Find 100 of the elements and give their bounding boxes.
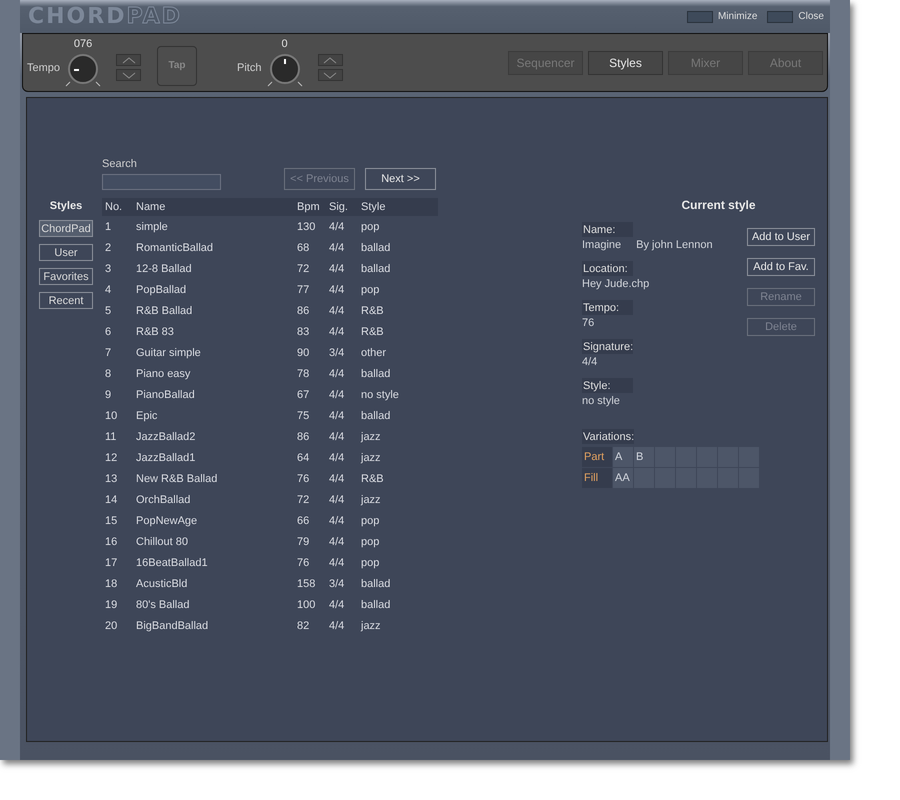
field-value: 76	[582, 317, 594, 331]
table-cell-text: 130	[296, 220, 316, 232]
table-cell-text: 4/4	[328, 368, 346, 380]
tempo-down-button[interactable]	[116, 69, 142, 81]
table-cell-text: 18	[104, 578, 118, 590]
table-cell-text: 78	[296, 368, 310, 380]
table-cell-text: Piano easy	[135, 368, 192, 380]
table-cell-text: OrchBallad	[135, 494, 192, 506]
table-cell-text: 4/4	[328, 514, 346, 526]
column-header: Name	[135, 201, 166, 213]
table-cell-text: R&B	[360, 472, 385, 484]
table-cell-text: 66	[296, 514, 310, 526]
field-label: Style:	[582, 378, 633, 393]
table-cell-text: 64	[296, 452, 310, 464]
table-cell-text: 20	[104, 620, 118, 632]
style-action-button[interactable]: Add to User	[747, 228, 815, 246]
field-label: Tempo:	[582, 300, 633, 315]
caret-down-icon	[122, 72, 136, 78]
table-cell-text: BigBandBallad	[135, 620, 210, 632]
pager-button[interactable]: Next >>	[365, 168, 436, 190]
table-cell-text: 5	[104, 304, 112, 316]
table-cell-text: jazz	[360, 430, 382, 442]
window-control-button[interactable]: Close	[767, 10, 824, 22]
table-cell-text: 3/4	[328, 578, 346, 590]
table-cell-text: ballad	[360, 242, 392, 254]
caret-up-icon	[323, 56, 337, 64]
nav-tab[interactable]: Styles	[588, 50, 663, 74]
field-label: Location:	[582, 261, 633, 276]
table-cell-text: 3/4	[328, 346, 346, 358]
table-cell-text: 2	[104, 242, 112, 254]
table-cell-text: 4/4	[328, 388, 346, 400]
field-value: no style	[582, 395, 620, 409]
variation-cell[interactable]: B	[634, 447, 654, 467]
table-cell-text: 16	[104, 536, 118, 548]
table-cell-text: ballad	[360, 578, 392, 590]
table-cell-text: pop	[360, 536, 380, 548]
table-cell-text: 9	[104, 388, 112, 400]
pitch-reading: 0	[281, 38, 288, 50]
pitch-up-button[interactable]	[318, 54, 342, 66]
category-button[interactable]: Favorites	[39, 268, 93, 285]
table-cell-text: 13	[104, 472, 118, 484]
field-label: Name:	[582, 222, 633, 237]
table-cell-text: 16BeatBallad1	[135, 556, 209, 568]
table-cell-text: 4/4	[328, 452, 346, 464]
table-cell-text: 4	[104, 284, 112, 296]
table-cell-text: 10	[104, 410, 118, 422]
category-button[interactable]: User	[39, 244, 93, 261]
table-cell-text: pop	[360, 556, 380, 568]
table-cell-text: no style	[360, 388, 400, 400]
category-button[interactable]: Recent	[39, 292, 93, 309]
table-cell-text: 17	[104, 556, 118, 568]
table-cell-text: jazz	[360, 620, 382, 632]
table-cell-text: JazzBallad2	[135, 430, 196, 442]
category-button[interactable]: ChordPad	[39, 220, 93, 237]
table-cell-text: ballad	[360, 262, 392, 274]
table-cell-text: 82	[296, 620, 310, 632]
table-cell-text: 72	[296, 494, 310, 506]
table-cell-text: 19	[104, 598, 118, 610]
table-cell-text: 15	[104, 514, 118, 526]
table-cell-text: 4/4	[328, 494, 346, 506]
table-cell-text: 4/4	[328, 242, 346, 254]
caret-down-icon	[323, 72, 337, 78]
variation-cell[interactable]: A	[613, 447, 633, 467]
table-cell-text: ballad	[360, 598, 392, 610]
table-cell-text: 4/4	[328, 304, 346, 316]
field-value: Imagine	[582, 239, 622, 253]
table-cell-text: 7	[104, 346, 112, 358]
table-cell-text: 90	[296, 346, 310, 358]
table-cell-text: PianoBallad	[135, 388, 196, 400]
field-value: Hey Jude.chp	[582, 278, 650, 292]
table-cell-text: PopNewAge	[135, 514, 198, 526]
panel-title: Current style	[680, 198, 757, 212]
table-cell-text: 4/4	[328, 284, 346, 296]
table-cell-text: R&B	[360, 304, 385, 316]
table-cell-text: R&B 83	[135, 326, 175, 338]
search-label: Search	[102, 158, 138, 170]
pitch-down-button[interactable]	[318, 69, 342, 81]
window-control-button[interactable]: Minimize	[686, 10, 758, 22]
table-cell-text: other	[360, 346, 388, 358]
search-field[interactable]	[102, 174, 221, 190]
table-cell-text: 12-8 Ballad	[135, 262, 193, 274]
table-cell-text: 4/4	[328, 430, 346, 442]
table-cell-text: 11	[104, 430, 118, 442]
variation-row-label: Fill	[582, 468, 612, 488]
table-cell-text: 75	[296, 410, 310, 422]
style-action-button[interactable]: Add to Fav.	[747, 258, 815, 276]
field-value: 4/4	[582, 356, 598, 370]
table-cell-text: pop	[360, 284, 380, 296]
sidebar-title: Styles	[48, 200, 84, 212]
table-cell-text: JazzBallad1	[135, 452, 196, 464]
tempo-up-button[interactable]	[116, 54, 142, 66]
table-cell-text: New R&B Ballad	[135, 472, 218, 484]
table-cell-text: Chillout 80	[135, 536, 189, 548]
table-cell-text: 4/4	[328, 536, 346, 548]
table-cell-text: 4/4	[328, 556, 346, 568]
table-cell-text: 12	[104, 452, 118, 464]
tempo-reading: 076	[74, 38, 92, 50]
variation-cell[interactable]: AA	[613, 468, 633, 488]
table-cell-text: jazz	[360, 452, 382, 464]
caret-up-icon	[122, 56, 136, 64]
